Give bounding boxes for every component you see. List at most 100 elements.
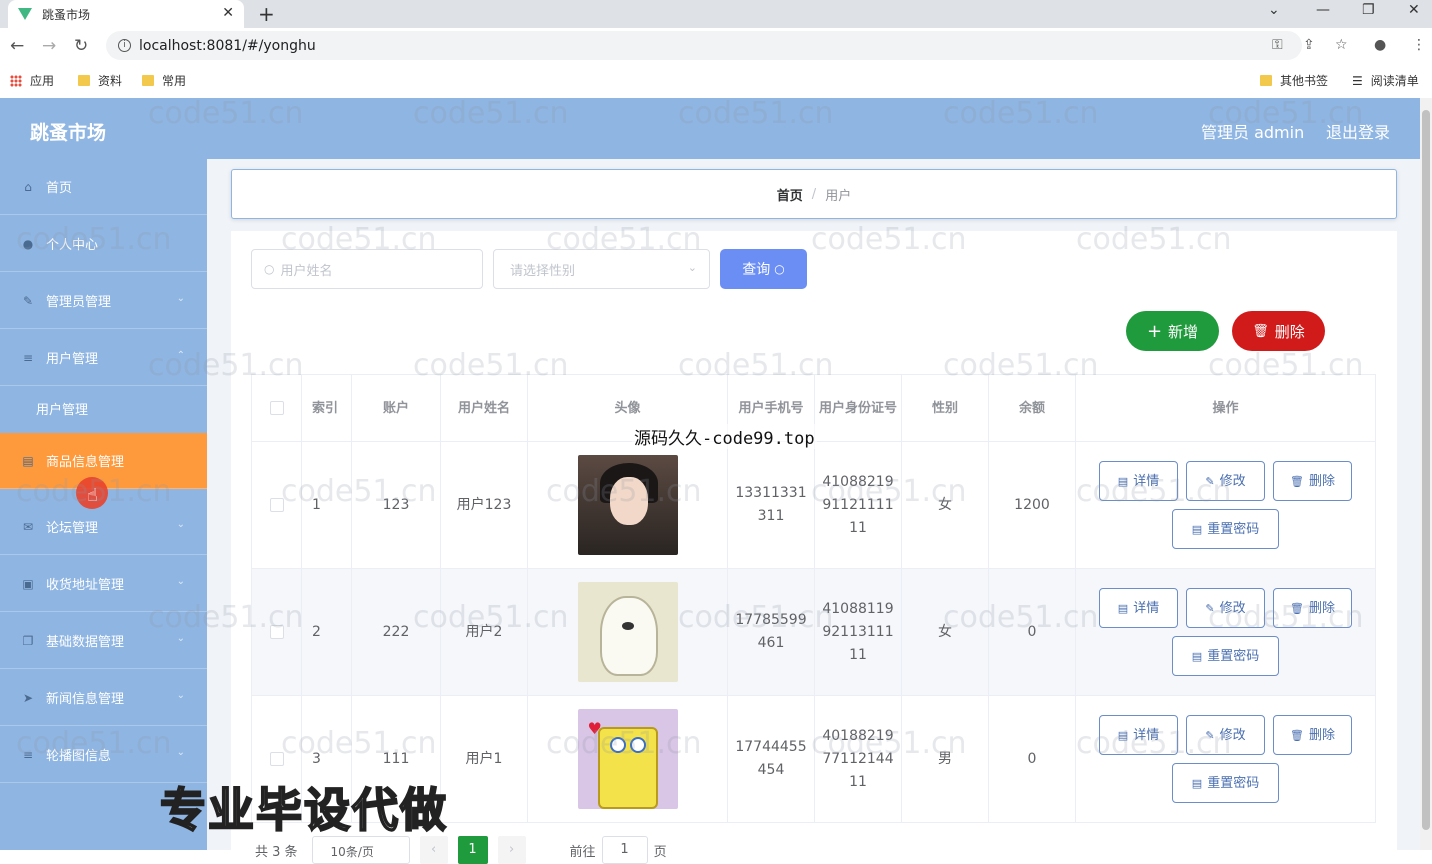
home-icon: ⌂ [24, 179, 32, 194]
column-header: 操作 [1076, 375, 1376, 441]
gender-select[interactable]: 请选择性别 ⌄ [493, 249, 710, 289]
page-size-select[interactable]: 10条/页 [311, 836, 410, 864]
key-icon[interactable]: ⚿ [1272, 37, 1283, 53]
reset-password-button[interactable]: ▤ 重置密码 [1172, 763, 1279, 803]
logout-link[interactable]: 退出登录 [1326, 119, 1390, 143]
delete-button[interactable]: 🗑 删除 [1273, 461, 1352, 501]
current-page[interactable]: 1 [457, 836, 488, 864]
table-row: 2 222 用户2 17785599461 410881199211311111… [252, 569, 1376, 696]
document-icon: ▤ [1117, 728, 1129, 742]
row-checkbox[interactable] [269, 625, 284, 639]
detail-button[interactable]: ▤ 详情 [1099, 588, 1178, 628]
column-header[interactable]: 索引 [302, 375, 352, 441]
query-button[interactable]: 查询 ○ [720, 249, 807, 289]
name-search-input[interactable]: ○ 用户姓名 [251, 249, 483, 289]
row-checkbox[interactable] [269, 752, 284, 766]
reset-password-button[interactable]: ▤ 重置密码 [1172, 636, 1279, 676]
detail-button[interactable]: ▤ 详情 [1099, 715, 1178, 755]
tab-search-icon[interactable]: ⌄ [1268, 2, 1280, 18]
select-all-checkbox[interactable] [269, 401, 284, 415]
column-header[interactable]: 用户身份证号 [815, 375, 902, 441]
delete-button[interactable]: 🗑 删除 [1273, 588, 1352, 628]
cell-balance: 0 [989, 696, 1076, 822]
add-button[interactable]: + 新增 [1126, 311, 1219, 351]
site-info-icon[interactable]: i [118, 39, 131, 52]
cell-index: 2 [302, 569, 352, 695]
sidebar-item-goods[interactable]: ▤ 商品信息管理 [0, 433, 207, 489]
sidebar-item-address[interactable]: ▣ 收货地址管理 ⌄ [0, 556, 207, 612]
restore-icon[interactable]: ❐ [1362, 2, 1375, 18]
url-text: localhost:8081/#/yonghu [139, 37, 316, 54]
back-icon[interactable]: ← [10, 36, 24, 56]
minimize-icon[interactable]: — [1316, 2, 1330, 18]
cell-gender: 女 [902, 442, 989, 568]
edit-button[interactable]: ✎ 修改 [1186, 715, 1265, 755]
profile-icon[interactable]: ● [1374, 37, 1386, 53]
cell-phone: 13311331311 [728, 442, 815, 568]
close-window-icon[interactable]: ✕ [1408, 2, 1420, 18]
scrollbar-thumb[interactable] [1422, 110, 1430, 830]
batch-delete-button[interactable]: 🗑 删除 [1232, 311, 1325, 351]
chevron-down-icon: ⌄ [176, 519, 185, 530]
column-header[interactable]: 账户 [352, 375, 441, 441]
sidebar-subitem-users[interactable]: 用户管理 [0, 382, 207, 434]
hand-cursor-icon: ☝ [87, 485, 98, 506]
cell-idcard: 410881199211311111 [815, 569, 902, 695]
menu-icon[interactable]: ⋮ [1412, 37, 1426, 53]
column-header[interactable]: 余额 [989, 375, 1076, 441]
sidebar-item-profile[interactable]: ● 个人中心 [0, 216, 207, 272]
close-tab-icon[interactable]: ✕ [222, 5, 234, 21]
star-icon[interactable]: ☆ [1335, 37, 1348, 53]
bookmark-folder[interactable]: 资料 [78, 72, 122, 89]
bookmark-apps[interactable]: 应用 [10, 72, 54, 89]
detail-button[interactable]: ▤ 详情 [1099, 461, 1178, 501]
sidebar-item-admin[interactable]: ✎ 管理员管理 ⌄ [0, 273, 207, 329]
avatar[interactable] [577, 455, 678, 555]
breadcrumb-home[interactable]: 首页 [777, 185, 803, 204]
reset-password-button[interactable]: ▤ 重置密码 [1172, 509, 1279, 549]
bookmark-folder[interactable]: 常用 [142, 72, 186, 89]
chevron-down-icon: ⌄ [176, 747, 185, 758]
avatar[interactable]: ♥ [577, 709, 678, 809]
sidebar-item-news[interactable]: ➤ 新闻信息管理 ⌄ [0, 670, 207, 726]
user-icon: ● [22, 236, 34, 251]
list-icon: ≡ [22, 350, 34, 365]
bookmark-reading-list[interactable]: ☰ 阅读清单 [1352, 72, 1419, 89]
page-scrollbar[interactable] [1420, 98, 1432, 850]
page-suffix: 页 [653, 844, 667, 860]
document-icon: ▤ [1191, 776, 1203, 790]
avatar[interactable] [577, 582, 678, 682]
address-bar[interactable]: i localhost:8081/#/yonghu [106, 31, 1302, 60]
browser-tab[interactable]: 跳蚤市场 ✕ [8, 0, 244, 28]
delete-button[interactable]: 🗑 删除 [1273, 715, 1352, 755]
chevron-down-icon: ⌄ [176, 690, 185, 701]
edit-button[interactable]: ✎ 修改 [1186, 461, 1265, 501]
sidebar-item-basedata[interactable]: ❐ 基础数据管理 ⌄ [0, 613, 207, 669]
carousel-icon: ≡ [22, 747, 34, 762]
prev-page-icon[interactable]: ‹ [419, 836, 448, 864]
admin-label: 管理员 admin [1201, 123, 1305, 142]
row-checkbox[interactable] [269, 498, 284, 512]
share-icon[interactable]: ⇪ [1303, 37, 1315, 53]
sidebar-item-home[interactable]: ⌂ 首页 [0, 159, 207, 215]
cell-name: 用户123 [441, 442, 528, 568]
breadcrumb-current: 用户 [825, 188, 852, 204]
overlay-banner: 专业毕设代做 [159, 782, 448, 838]
folder-icon [142, 75, 154, 86]
new-tab-icon[interactable]: + [258, 2, 275, 26]
sidebar-item-users[interactable]: ≡ 用户管理 ⌃ [0, 330, 207, 386]
next-page-icon[interactable]: › [497, 836, 526, 864]
bookmark-other[interactable]: 其他书签 [1260, 72, 1328, 89]
sidebar-item-forum[interactable]: ✉ 论坛管理 ⌄ [0, 499, 207, 555]
browser-chrome: 跳蚤市场 ✕ + ⌄ — ❐ ✕ ← → ↻ i localhost:8081/… [0, 0, 1432, 98]
column-header[interactable]: 性别 [902, 375, 989, 441]
column-header[interactable]: 用户姓名 [441, 375, 528, 441]
chevron-down-icon: ⌄ [176, 293, 185, 304]
edit-button[interactable]: ✎ 修改 [1186, 588, 1265, 628]
search-icon: ○ [264, 262, 275, 276]
document-icon: ▤ [1117, 601, 1129, 615]
reload-icon[interactable]: ↻ [74, 36, 88, 56]
overlay-caption: 源码久久-code99.top [632, 424, 817, 449]
goto-page-input[interactable]: 1 [601, 836, 648, 864]
forward-icon[interactable]: → [42, 36, 56, 56]
